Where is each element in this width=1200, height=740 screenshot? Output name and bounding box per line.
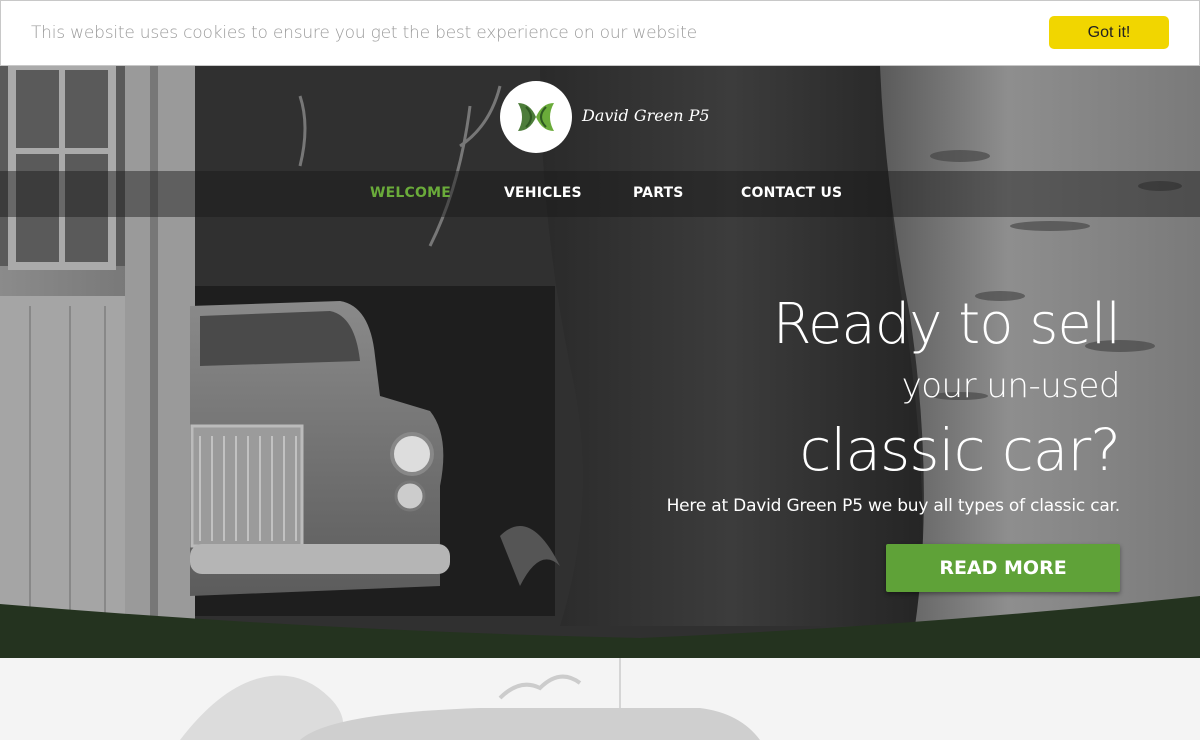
nav-contact-us[interactable]: CONTACT US — [741, 185, 842, 201]
nav-parts[interactable]: PARTS — [633, 185, 684, 201]
next-section-background — [0, 658, 1200, 740]
brand-name: David Green P5 — [582, 106, 710, 125]
cookie-consent-bar: This website uses cookies to ensure you … — [0, 0, 1200, 66]
hero-headline-line1: Ready to sell — [772, 292, 1121, 357]
hero-section: WELCOME VEHICLES PARTS CONTACT US David … — [0, 66, 1200, 658]
main-navigation: WELCOME VEHICLES PARTS CONTACT US — [0, 171, 1200, 217]
read-more-button[interactable]: READ MORE — [886, 544, 1120, 592]
cookie-message: This website uses cookies to ensure you … — [31, 23, 697, 43]
faded-car-image — [0, 658, 1200, 740]
hero-headline-line2: your un-used — [901, 366, 1121, 406]
dg-monogram-icon[interactable] — [500, 81, 572, 153]
cookie-accept-button[interactable]: Got it! — [1049, 16, 1169, 49]
hero-headline-line3: classic car? — [799, 416, 1121, 484]
hero-subtext: Here at David Green P5 we buy all types … — [666, 496, 1121, 516]
nav-welcome[interactable]: WELCOME — [370, 185, 451, 201]
nav-vehicles[interactable]: VEHICLES — [504, 185, 582, 201]
